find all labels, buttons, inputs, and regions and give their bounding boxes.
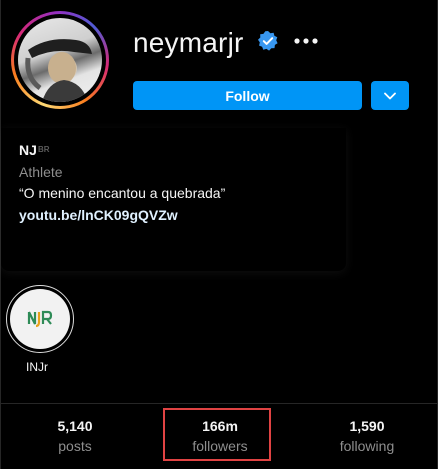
full-name: NJ	[19, 142, 37, 158]
category-label: Athlete	[19, 164, 63, 180]
avatar-photo-icon	[25, 39, 92, 102]
more-horizontal-icon	[294, 38, 318, 44]
posts-value: 5,140	[57, 418, 93, 434]
follow-button[interactable]: Follow	[133, 81, 362, 110]
bio-link[interactable]: youtu.be/lnCK09gQVZw	[19, 207, 178, 223]
highlight-label: INJr	[26, 360, 48, 374]
username: neymarjr	[133, 27, 244, 58]
bio-text: “O menino encantou a quebrada”	[19, 185, 226, 201]
posts-label: posts	[58, 438, 92, 454]
avatar[interactable]	[18, 18, 102, 102]
following-label: following	[339, 438, 395, 454]
njr-logo-icon	[27, 310, 53, 328]
verified-badge-icon	[258, 31, 278, 51]
following-link[interactable]: 1,590 following	[307, 418, 427, 454]
more-options-button[interactable]	[293, 25, 319, 51]
story-highlight[interactable]	[6, 285, 74, 353]
following-value: 1,590	[349, 418, 385, 434]
chevron-down-icon	[384, 92, 396, 99]
profile-avatar-story-ring[interactable]	[11, 11, 109, 109]
suggested-accounts-dropdown-button[interactable]	[371, 81, 409, 110]
highlight-cover	[10, 289, 70, 349]
country-flag-text: BR	[38, 145, 50, 154]
profile-page: neymarjr Follow NJ BR Athlete “O menino …	[0, 0, 438, 469]
posts-count: 5,140 posts	[15, 418, 135, 454]
annotation-highlight-box	[163, 408, 271, 461]
stats-divider	[1, 403, 438, 404]
